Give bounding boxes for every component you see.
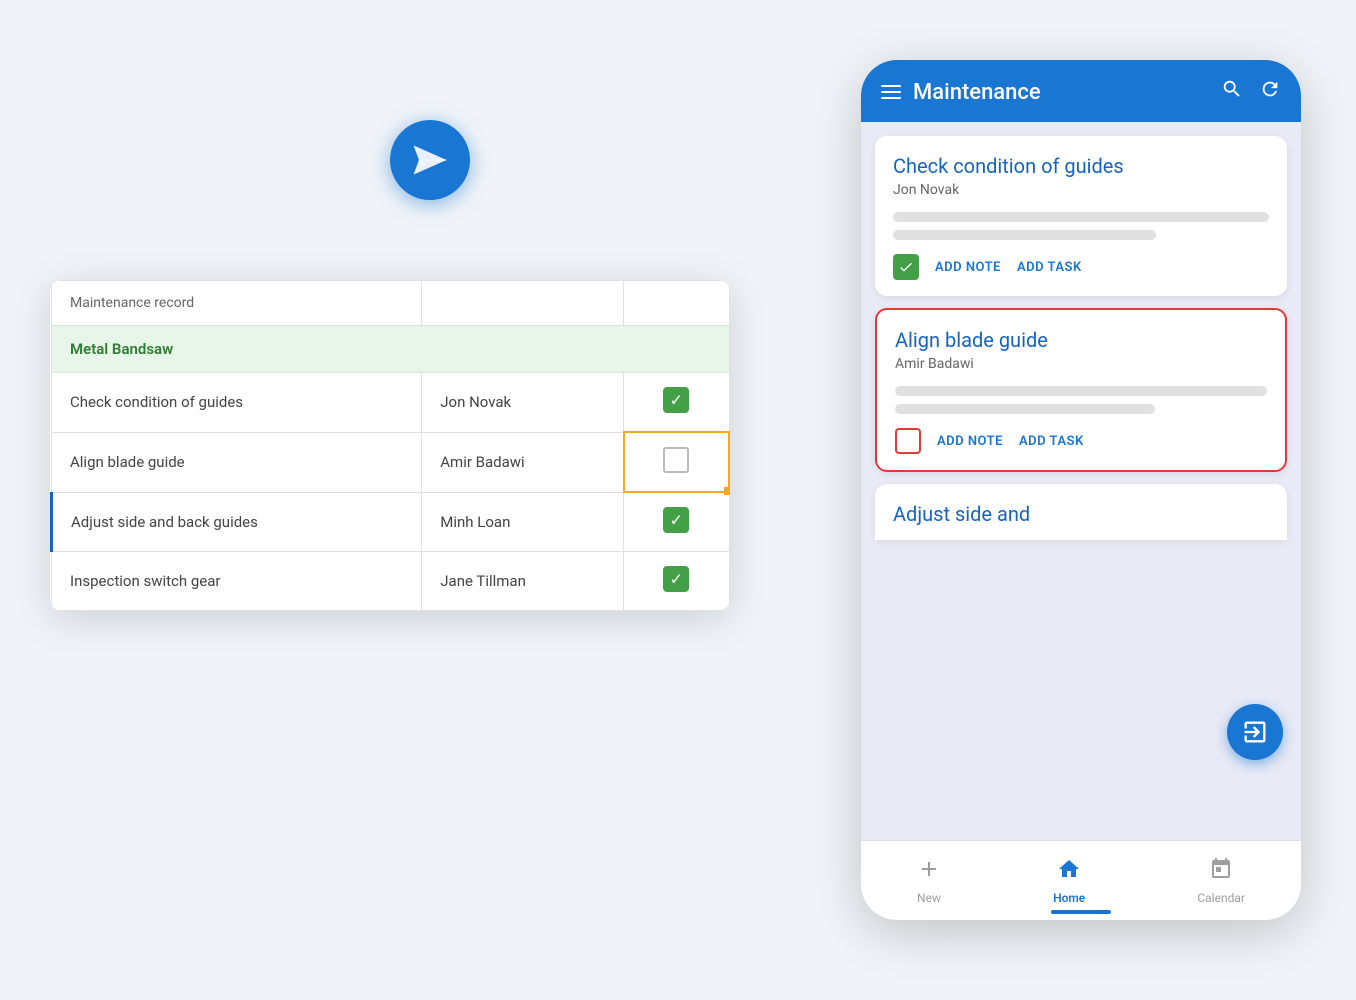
task-card-person: Amir Badawi: [895, 356, 1267, 372]
add-note-button[interactable]: ADD NOTE: [937, 434, 1003, 449]
paper-plane-icon: [390, 120, 470, 200]
fab-button[interactable]: [1227, 704, 1283, 760]
check-icon: [663, 507, 689, 533]
empty-checkbox[interactable]: [663, 447, 689, 473]
phone-panel: Maintenance Check condition of guides Jo…: [861, 60, 1301, 920]
table-row: Inspection switch gear Jane Tillman: [52, 552, 730, 611]
nav-home-label: Home: [1053, 891, 1085, 905]
home-indicator: [1051, 910, 1111, 914]
task-cell: Align blade guide: [52, 432, 422, 492]
nav-item-calendar[interactable]: Calendar: [1197, 857, 1245, 905]
skeleton-line-1: [893, 212, 1269, 222]
home-icon: [1057, 857, 1081, 887]
maintenance-record-empty1: [422, 281, 624, 326]
calendar-icon: [1209, 857, 1233, 887]
check-icon: [663, 566, 689, 592]
assignee-cell: Minh Loan: [422, 492, 624, 552]
table-row: Adjust side and back guides Minh Loan: [52, 492, 730, 552]
checkbox-checked[interactable]: [893, 254, 919, 280]
cell-resize-handle[interactable]: [724, 487, 730, 495]
section-header: Metal Bandsaw: [52, 326, 730, 373]
skeleton-line-4: [895, 404, 1155, 414]
partial-card-title: Adjust side and: [893, 502, 1269, 526]
add-note-button[interactable]: ADD NOTE: [935, 260, 1001, 275]
table-row: Check condition of guides Jon Novak: [52, 373, 730, 433]
task-cell: Adjust side and back guides: [52, 492, 422, 552]
maintenance-record-cell: Maintenance record: [52, 281, 422, 326]
maintenance-record-row: Maintenance record: [52, 281, 730, 326]
task-cell: Check condition of guides: [52, 373, 422, 433]
add-task-button[interactable]: ADD TASK: [1019, 434, 1084, 449]
nav-item-home[interactable]: Home: [1053, 857, 1085, 905]
search-icon[interactable]: [1221, 78, 1243, 106]
nav-calendar-label: Calendar: [1197, 891, 1245, 905]
task-card-footer: ADD NOTE ADD TASK: [895, 428, 1267, 454]
status-cell[interactable]: [624, 432, 729, 492]
task-card-partial[interactable]: Adjust side and: [875, 484, 1287, 540]
nav-item-new[interactable]: New: [917, 857, 941, 905]
section-header-row: Metal Bandsaw: [52, 326, 730, 373]
task-card-2[interactable]: Align blade guide Amir Badawi ADD NOTE A…: [875, 308, 1287, 472]
maintenance-record-empty2: [624, 281, 729, 326]
hamburger-menu-icon[interactable]: [881, 85, 901, 99]
assignee-cell: Amir Badawi: [422, 432, 624, 492]
task-card-footer: ADD NOTE ADD TASK: [893, 254, 1269, 280]
nav-new-label: New: [917, 891, 941, 905]
task-card-title: Align blade guide: [895, 328, 1267, 352]
assignee-cell: Jon Novak: [422, 373, 624, 433]
status-cell: [624, 552, 729, 611]
status-cell: [624, 492, 729, 552]
refresh-icon[interactable]: [1259, 78, 1281, 106]
table-row: Align blade guide Amir Badawi: [52, 432, 730, 492]
app-header: Maintenance: [861, 60, 1301, 122]
checkbox-unchecked[interactable]: [895, 428, 921, 454]
task-card-1[interactable]: Check condition of guides Jon Novak ADD …: [875, 136, 1287, 296]
spreadsheet-panel: Maintenance record Metal Bandsaw Check c…: [50, 280, 730, 611]
task-card-title: Check condition of guides: [893, 154, 1269, 178]
task-card-person: Jon Novak: [893, 182, 1269, 198]
plus-icon: [917, 857, 941, 887]
status-cell: [624, 373, 729, 433]
skeleton-line-2: [893, 230, 1156, 240]
bottom-nav: New Home Calendar: [861, 840, 1301, 920]
skeleton-line-3: [895, 386, 1267, 396]
task-cell: Inspection switch gear: [52, 552, 422, 611]
app-title: Maintenance: [913, 80, 1209, 105]
add-task-button[interactable]: ADD TASK: [1017, 260, 1082, 275]
check-icon: [663, 387, 689, 413]
assignee-cell: Jane Tillman: [422, 552, 624, 611]
